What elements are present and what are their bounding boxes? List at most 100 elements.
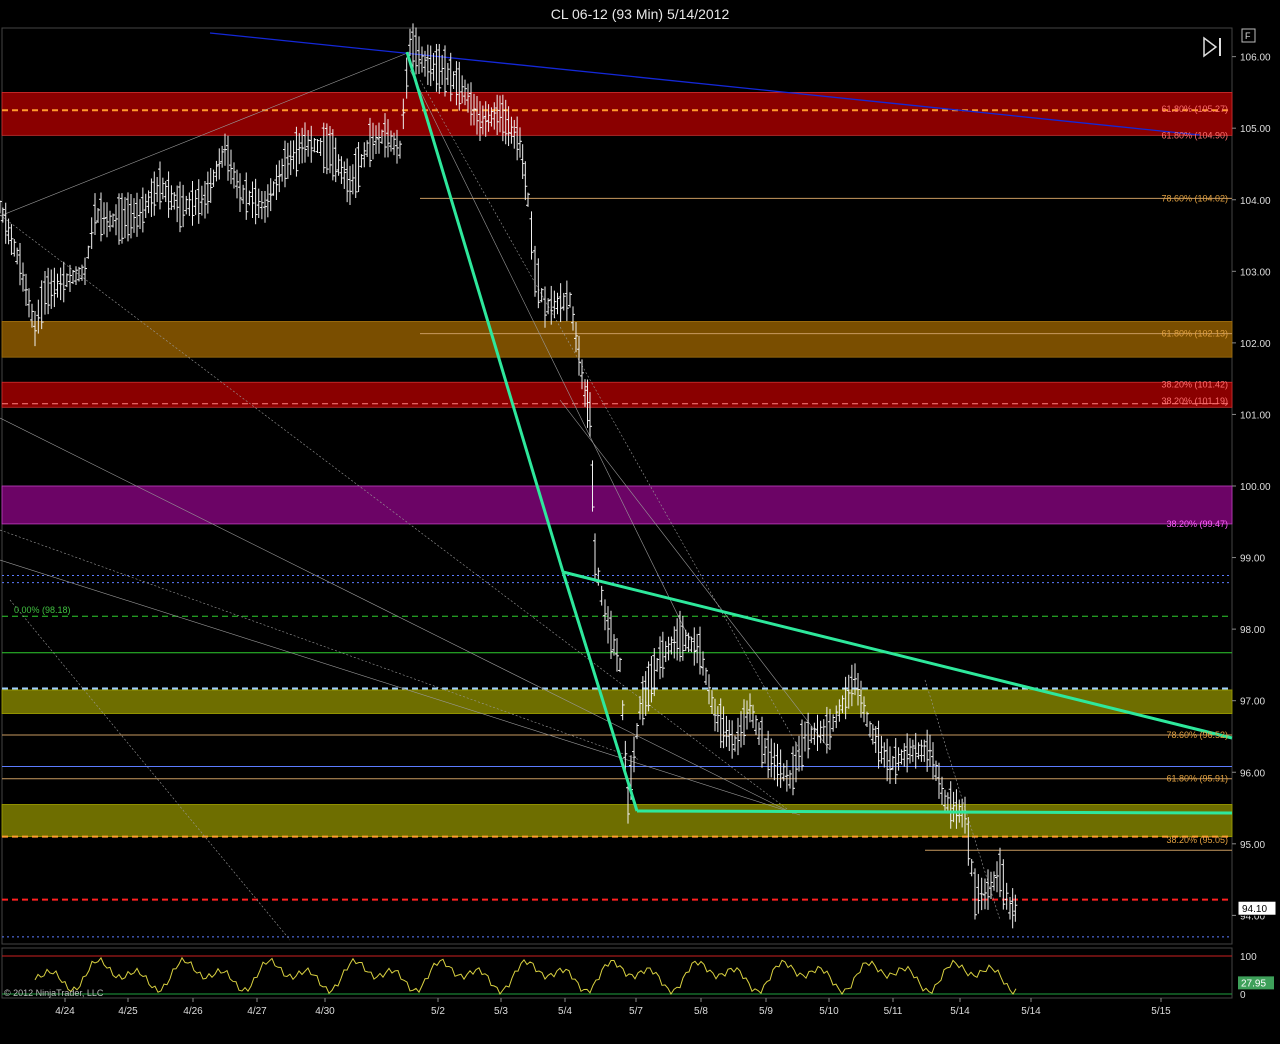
price-bar	[93, 193, 97, 236]
price-bar	[995, 861, 999, 893]
price-bar	[546, 298, 551, 315]
price-bar	[21, 262, 25, 292]
price-bar	[250, 181, 255, 218]
x-tick-label-12: 5/11	[884, 1006, 903, 1017]
x-tick-label-5: 5/2	[431, 1006, 445, 1017]
price-bar	[695, 633, 700, 664]
price-bar	[1008, 896, 1012, 920]
x-tick-label-3: 4/27	[247, 1006, 267, 1017]
price-bar	[3, 202, 8, 244]
price-bar	[223, 133, 227, 166]
price-bar	[663, 641, 668, 663]
price-bar	[445, 62, 450, 86]
price-bar	[345, 158, 350, 203]
price-bar	[885, 738, 890, 782]
price-bar	[288, 140, 293, 176]
price-bar	[52, 267, 57, 308]
fib-label-3: 61.80% (102.13)	[1161, 329, 1228, 339]
price-bar	[312, 137, 317, 153]
price-bar	[434, 43, 439, 92]
price-bar	[523, 161, 528, 201]
price-bar	[992, 871, 996, 891]
price-bar	[297, 133, 302, 165]
price-bar	[315, 139, 320, 154]
y-tick-label-11: 95.00	[1240, 840, 1265, 851]
price-bar	[660, 631, 665, 678]
price-bar	[689, 636, 694, 653]
price-bar	[120, 193, 124, 244]
price-bar	[96, 207, 100, 224]
y-tick-label-8: 98.00	[1240, 625, 1265, 636]
price-bar	[831, 714, 836, 732]
green-channel-lower	[636, 809, 1233, 815]
skip-to-end-icon[interactable]	[1203, 36, 1221, 58]
price-bar	[280, 158, 285, 182]
price-bar	[678, 610, 682, 662]
y-tick-label-4: 102.00	[1240, 339, 1271, 350]
x-tick-label-13: 5/14	[950, 1006, 970, 1017]
price-bar	[882, 742, 887, 768]
y-tick-label-1: 105.00	[1240, 124, 1271, 135]
fib-label-5: 38.20% (101.19)	[1161, 396, 1228, 406]
price-bar	[666, 636, 671, 661]
price-bar	[788, 770, 792, 789]
x-tick-label-9: 5/8	[694, 1006, 708, 1017]
price-bar	[138, 199, 142, 230]
price-bar	[890, 755, 895, 771]
price-bar	[27, 288, 31, 318]
price-bar	[58, 267, 63, 301]
price-bar	[99, 192, 103, 242]
x-tick-label-1: 4/25	[118, 1006, 138, 1017]
price-bar	[908, 738, 912, 764]
price-bar	[184, 195, 189, 215]
price-bar	[775, 743, 780, 787]
fib-label-2: 78.60% (104.02)	[1161, 193, 1228, 203]
price-bar	[241, 184, 246, 204]
price-bar	[187, 192, 192, 216]
price-bar	[205, 171, 210, 214]
price-bar	[757, 722, 761, 745]
price-bar	[365, 140, 370, 158]
price-bar	[568, 292, 572, 308]
price-bar	[55, 273, 60, 298]
fib-label-9: 61.80% (95.91)	[1166, 774, 1228, 784]
fan-line-7	[419, 79, 801, 751]
price-bar	[940, 776, 944, 806]
price-bar	[821, 719, 826, 744]
price-bar	[769, 738, 774, 778]
price-bar	[247, 190, 252, 206]
price-bar	[181, 184, 186, 228]
price-bar	[80, 264, 84, 281]
price-bar	[596, 567, 601, 586]
price-chart[interactable]: 61.80% (105.27) 61.80% (104.90) 78.60% (10…	[0, 0, 1280, 1044]
price-bar	[114, 204, 118, 236]
price-bar	[244, 172, 249, 220]
price-bar	[655, 658, 660, 672]
price-bar	[533, 245, 537, 297]
price-bar	[812, 722, 817, 745]
price-bar	[736, 717, 740, 756]
price-bar	[199, 185, 204, 216]
price-bar	[549, 285, 554, 325]
fib-label-0: 61.80% (105.27)	[1161, 104, 1228, 114]
x-tick-label-15: 5/15	[1151, 1006, 1171, 1017]
price-bar	[564, 280, 569, 322]
price-bar	[794, 742, 798, 783]
price-bar	[870, 724, 875, 745]
fan-line-2	[0, 417, 791, 813]
price-bar	[928, 734, 932, 767]
x-tick-label-11: 5/10	[819, 1006, 839, 1017]
price-bar	[451, 71, 456, 90]
price-bar	[362, 142, 367, 168]
price-bar	[64, 273, 69, 288]
fan-line-5	[9, 599, 291, 941]
price-bar	[873, 726, 878, 753]
y-tick-label-2: 104.00	[1240, 196, 1271, 207]
price-bar	[973, 868, 977, 920]
price-bar	[190, 180, 195, 226]
fib-label-10: 38.20% (95.05)	[1166, 835, 1228, 845]
price-bar	[211, 169, 216, 187]
price-bar	[599, 585, 604, 606]
price-bar	[49, 269, 54, 309]
price-bar	[265, 184, 270, 218]
